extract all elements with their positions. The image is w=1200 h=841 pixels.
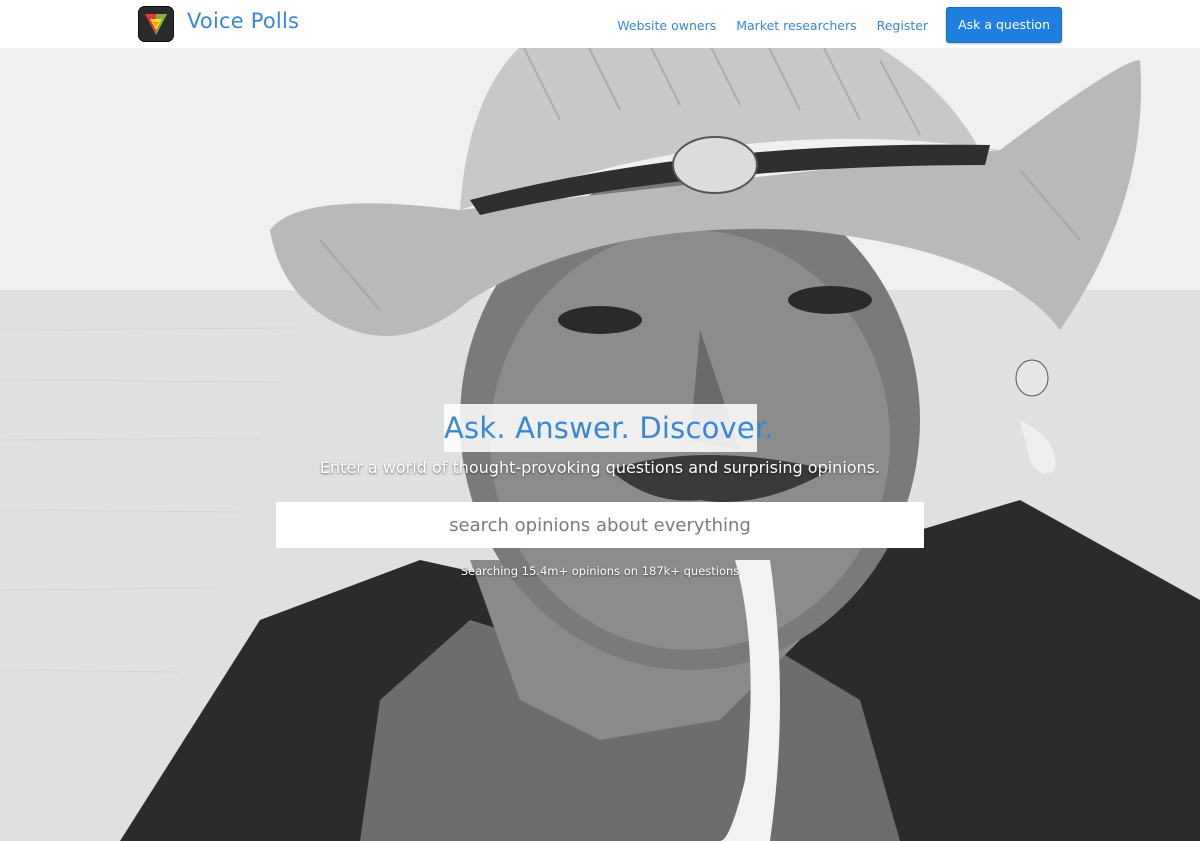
hero-headline: Ask. Answer. Discover. <box>444 404 774 452</box>
brand-home-link[interactable]: Voice Polls <box>138 6 299 42</box>
top-navigation-bar: Voice Polls Website owners Market resear… <box>0 0 1200 48</box>
brand-name: Voice Polls <box>187 9 300 33</box>
nav-market-researchers-link[interactable]: Market researchers <box>736 18 856 33</box>
search-opinions-input[interactable] <box>276 502 924 548</box>
nav-register-link[interactable]: Register <box>877 18 928 33</box>
ask-a-question-button[interactable]: Ask a question <box>946 7 1062 43</box>
hero-subheading: Enter a world of thought-provoking quest… <box>319 458 881 477</box>
search-stats-text: Searching 15.4m+ opinions on 187k+ quest… <box>460 564 740 578</box>
voice-polls-logo-icon <box>138 6 174 42</box>
main-nav: Website owners Market researchers Regist… <box>597 7 1062 43</box>
nav-website-owners-link[interactable]: Website owners <box>617 18 716 33</box>
